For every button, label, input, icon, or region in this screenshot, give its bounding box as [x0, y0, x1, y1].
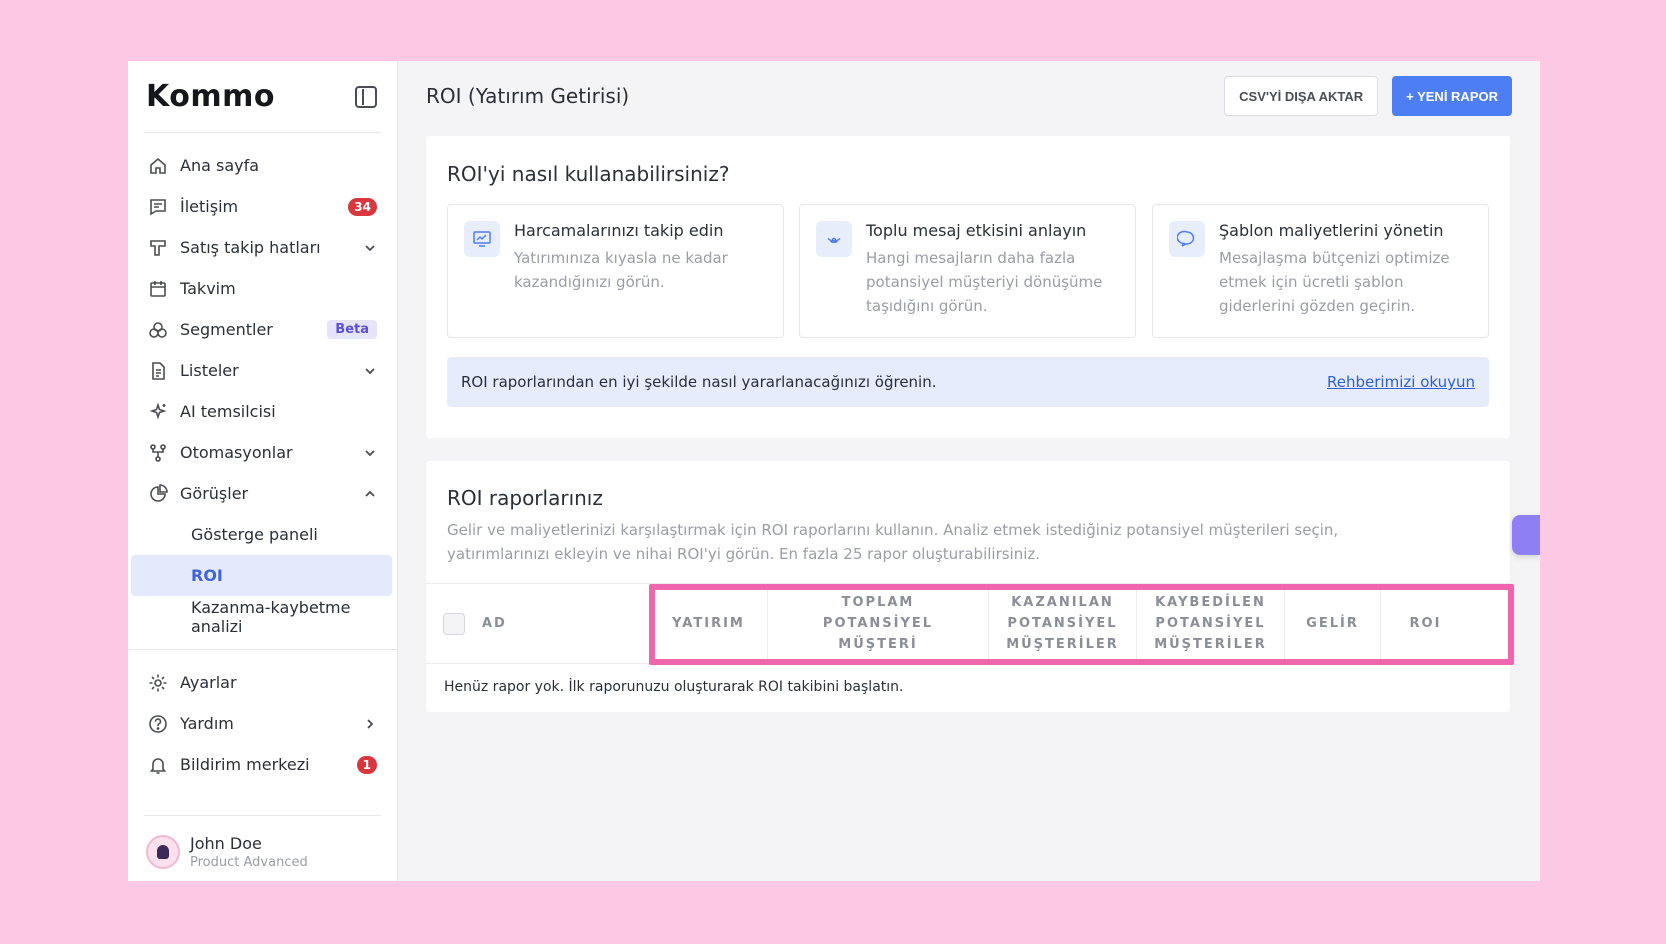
sidebar-subitem-dashboard[interactable]: Gösterge paneli	[128, 514, 397, 555]
unread-count-badge: 34	[348, 197, 377, 216]
chat-icon	[148, 197, 168, 217]
main-content: ROI (Yatırım Getirisi) CSV'Yİ DIŞA AKTAR…	[398, 61, 1540, 881]
select-all-checkbox[interactable]	[443, 612, 465, 635]
guide-banner: ROI raporlarından en iyi şekilde nasıl y…	[447, 357, 1489, 407]
calendar-icon	[148, 279, 168, 299]
chevron-down-icon[interactable]	[363, 446, 377, 460]
pipeline-icon	[148, 238, 168, 258]
guide-text: ROI raporlarından en iyi şekilde nasıl y…	[461, 373, 937, 391]
tip-description: Yatırımınıza kıyasla ne kadar kazandığın…	[514, 249, 728, 291]
sidebar-item-help[interactable]: Yardım	[128, 703, 397, 744]
notification-count-badge: 1	[356, 755, 377, 774]
tip-title: Şablon maliyetlerini yönetin	[1219, 221, 1444, 240]
automation-icon	[148, 443, 168, 463]
sidebar-item-communication[interactable]: İletişim 34	[128, 186, 397, 227]
sidebar-item-label: Segmentler	[180, 320, 273, 339]
sidebar-item-label: AI temsilcisi	[180, 402, 276, 421]
home-icon	[148, 156, 168, 176]
tip-description: Hangi mesajların daha fazla potansiyel m…	[866, 249, 1103, 315]
sidebar-item-label: Takvim	[180, 279, 236, 298]
user-profile[interactable]: John Doe Product Advanced	[144, 815, 381, 870]
tip-title: Toplu mesaj etkisini anlayın	[866, 221, 1087, 240]
sidebar-item-label: Ana sayfa	[180, 156, 260, 175]
monitor-chart-icon	[464, 221, 500, 257]
new-report-button[interactable]: + YENİ RAPOR	[1392, 76, 1512, 116]
column-header-investment[interactable]: YATIRIM	[650, 584, 767, 663]
pie-chart-icon	[148, 483, 168, 504]
user-plan: Product Advanced	[190, 855, 308, 870]
page-title: ROI (Yatırım Getirisi)	[426, 84, 630, 108]
sidebar-item-automations[interactable]: Otomasyonlar	[128, 432, 397, 473]
user-name: John Doe	[190, 834, 262, 853]
kommo-logo[interactable]: Kommo	[144, 79, 275, 114]
chevron-down-icon[interactable]	[363, 364, 377, 378]
chevron-right-icon[interactable]	[363, 717, 377, 731]
sidebar-bottom-nav: Ayarlar Yardım Bildirim merkezi 1	[128, 649, 397, 785]
sidebar-collapse-icon[interactable]	[355, 85, 377, 108]
beta-badge: Beta	[327, 320, 377, 339]
read-guide-link[interactable]: Rehberimizi okuyun	[1327, 373, 1475, 391]
empty-state-message: Henüz rapor yok. İlk raporunuzu oluştura…	[444, 679, 904, 695]
chevron-up-icon[interactable]	[363, 487, 377, 501]
sidebar-nav: Ana sayfa İletişim 34 Satış takip hatlar…	[128, 133, 397, 637]
reports-description: Gelir ve maliyetlerinizi karşılaştırmak …	[447, 521, 1339, 563]
topbar: ROI (Yatırım Getirisi) CSV'Yİ DIŞA AKTAR…	[398, 61, 1540, 131]
chevron-down-icon[interactable]	[363, 241, 377, 255]
sidebar-item-label: İletişim	[180, 197, 239, 216]
avatar[interactable]	[146, 835, 180, 869]
logo-row: Kommo	[144, 61, 381, 133]
sidebar-item-insights[interactable]: Görüşler	[128, 473, 397, 514]
howto-title: ROI'yi nasıl kullanabilirsiniz?	[447, 162, 730, 186]
sidebar-item-label: Ayarlar	[180, 673, 237, 692]
sidebar-item-lists[interactable]: Listeler	[128, 350, 397, 391]
export-csv-button[interactable]: CSV'Yİ DIŞA AKTAR	[1224, 76, 1379, 116]
sidebar-item-segments[interactable]: Segmentler Beta	[128, 309, 397, 350]
sidebar-item-calendar[interactable]: Takvim	[128, 268, 397, 309]
sidebar-item-home[interactable]: Ana sayfa	[128, 145, 397, 186]
column-header-name[interactable]: AD	[482, 584, 650, 663]
tip-card-templates: Şablon maliyetlerini yönetin Mesajlaşma …	[1152, 204, 1489, 338]
table-header: AD YATIRIM TOPLAM POTANSİYEL MÜŞTERİ KAZ…	[426, 584, 1514, 665]
sidebar-item-ai-agent[interactable]: AI temsilcisi	[128, 391, 397, 432]
bell-icon	[148, 755, 168, 775]
sidebar-item-settings[interactable]: Ayarlar	[128, 662, 397, 703]
column-header-won-leads[interactable]: KAZANILAN POTANSİYEL MÜŞTERİLER	[988, 584, 1136, 663]
sidebar-item-label: Bildirim merkezi	[180, 755, 310, 774]
tip-description: Mesajlaşma bütçenizi optimize etmek için…	[1219, 249, 1450, 315]
sidebar-item-label: Yardım	[180, 714, 234, 733]
speech-bubble-icon	[1169, 221, 1205, 257]
broadcast-icon	[816, 221, 852, 257]
tip-title: Harcamalarınızı takip edin	[514, 221, 724, 240]
sidebar: Kommo Ana sayfa İletişim 34 Satış takip …	[128, 61, 398, 881]
column-header-roi[interactable]: ROI	[1380, 584, 1470, 663]
tip-card-broadcast: Toplu mesaj etkisini anlayın Hangi mesaj…	[799, 204, 1136, 338]
roi-reports-card: ROI raporlarınız Gelir ve maliyetleriniz…	[426, 461, 1514, 712]
sidebar-subitem-win-loss[interactable]: Kazanma-kaybetme analizi	[128, 596, 397, 637]
sidebar-item-notifications[interactable]: Bildirim merkezi 1	[128, 744, 397, 785]
column-header-total-leads[interactable]: TOPLAM POTANSİYEL MÜŞTERİ	[767, 584, 988, 663]
sidebar-subitem-roi[interactable]: ROI	[131, 555, 392, 596]
sidebar-item-label: Görüşler	[180, 484, 249, 503]
sidebar-item-label: Satış takip hatları	[180, 238, 321, 257]
segments-icon	[148, 320, 168, 340]
column-header-lost-leads[interactable]: KAYBEDİLEN POTANSİYEL MÜŞTERİLER	[1136, 584, 1284, 663]
sidebar-item-pipelines[interactable]: Satış takip hatları	[128, 227, 397, 268]
roi-howto-card: ROI'yi nasıl kullanabilirsiniz? Harcamal…	[426, 136, 1510, 438]
reports-title: ROI raporlarınız	[447, 486, 603, 510]
floating-side-tab[interactable]	[1512, 515, 1540, 555]
help-icon	[148, 714, 168, 734]
reports-table: AD YATIRIM TOPLAM POTANSİYEL MÜŞTERİ KAZ…	[426, 583, 1514, 710]
sidebar-item-label: Otomasyonlar	[180, 443, 293, 462]
list-icon	[148, 361, 168, 381]
sparkle-icon	[148, 401, 168, 422]
column-header-revenue[interactable]: GELİR	[1284, 584, 1380, 663]
gear-icon	[148, 673, 168, 693]
tip-card-spending: Harcamalarınızı takip edin Yatırımınıza …	[447, 204, 784, 338]
app-window: Kommo Ana sayfa İletişim 34 Satış takip …	[128, 61, 1540, 881]
sidebar-item-label: Listeler	[180, 361, 239, 380]
